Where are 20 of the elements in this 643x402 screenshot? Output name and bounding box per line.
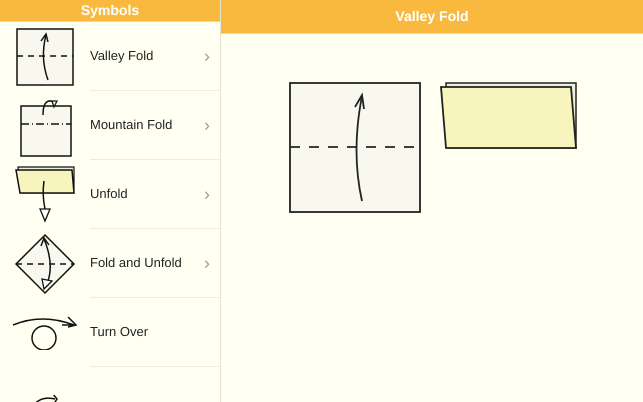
unfold-icon <box>14 164 76 224</box>
symbol-label: Valley Fold <box>90 47 154 66</box>
chevron-icon: › <box>204 250 210 276</box>
symbol-list-item[interactable]: Mountain Fold › <box>0 91 220 160</box>
fold-and-unfold-icon <box>14 232 76 294</box>
symbol-label: Mountain Fold <box>90 116 174 134</box>
symbol-list-item[interactable]: Valley Fold › <box>0 22 220 91</box>
sidebar-title: Symbols <box>80 1 140 20</box>
symbol-label: Unfold <box>90 185 129 204</box>
detail-title: Valley Fold <box>395 7 469 26</box>
chevron-icon: › <box>204 180 210 208</box>
symbol-list-item[interactable]: Unfold › <box>0 160 220 229</box>
symbol-label: Fold and Unfold <box>90 254 183 272</box>
symbol-list-item[interactable]: Turn Over <box>0 298 220 367</box>
chevron-icon: › <box>204 42 210 70</box>
symbol-list-item[interactable]: Fold and Unfold › <box>0 229 220 298</box>
symbol-label: Turn Over <box>90 323 150 342</box>
turn-over-icon <box>12 316 78 350</box>
valley-fold-icon <box>16 28 74 86</box>
chevron-icon: › <box>204 112 210 138</box>
